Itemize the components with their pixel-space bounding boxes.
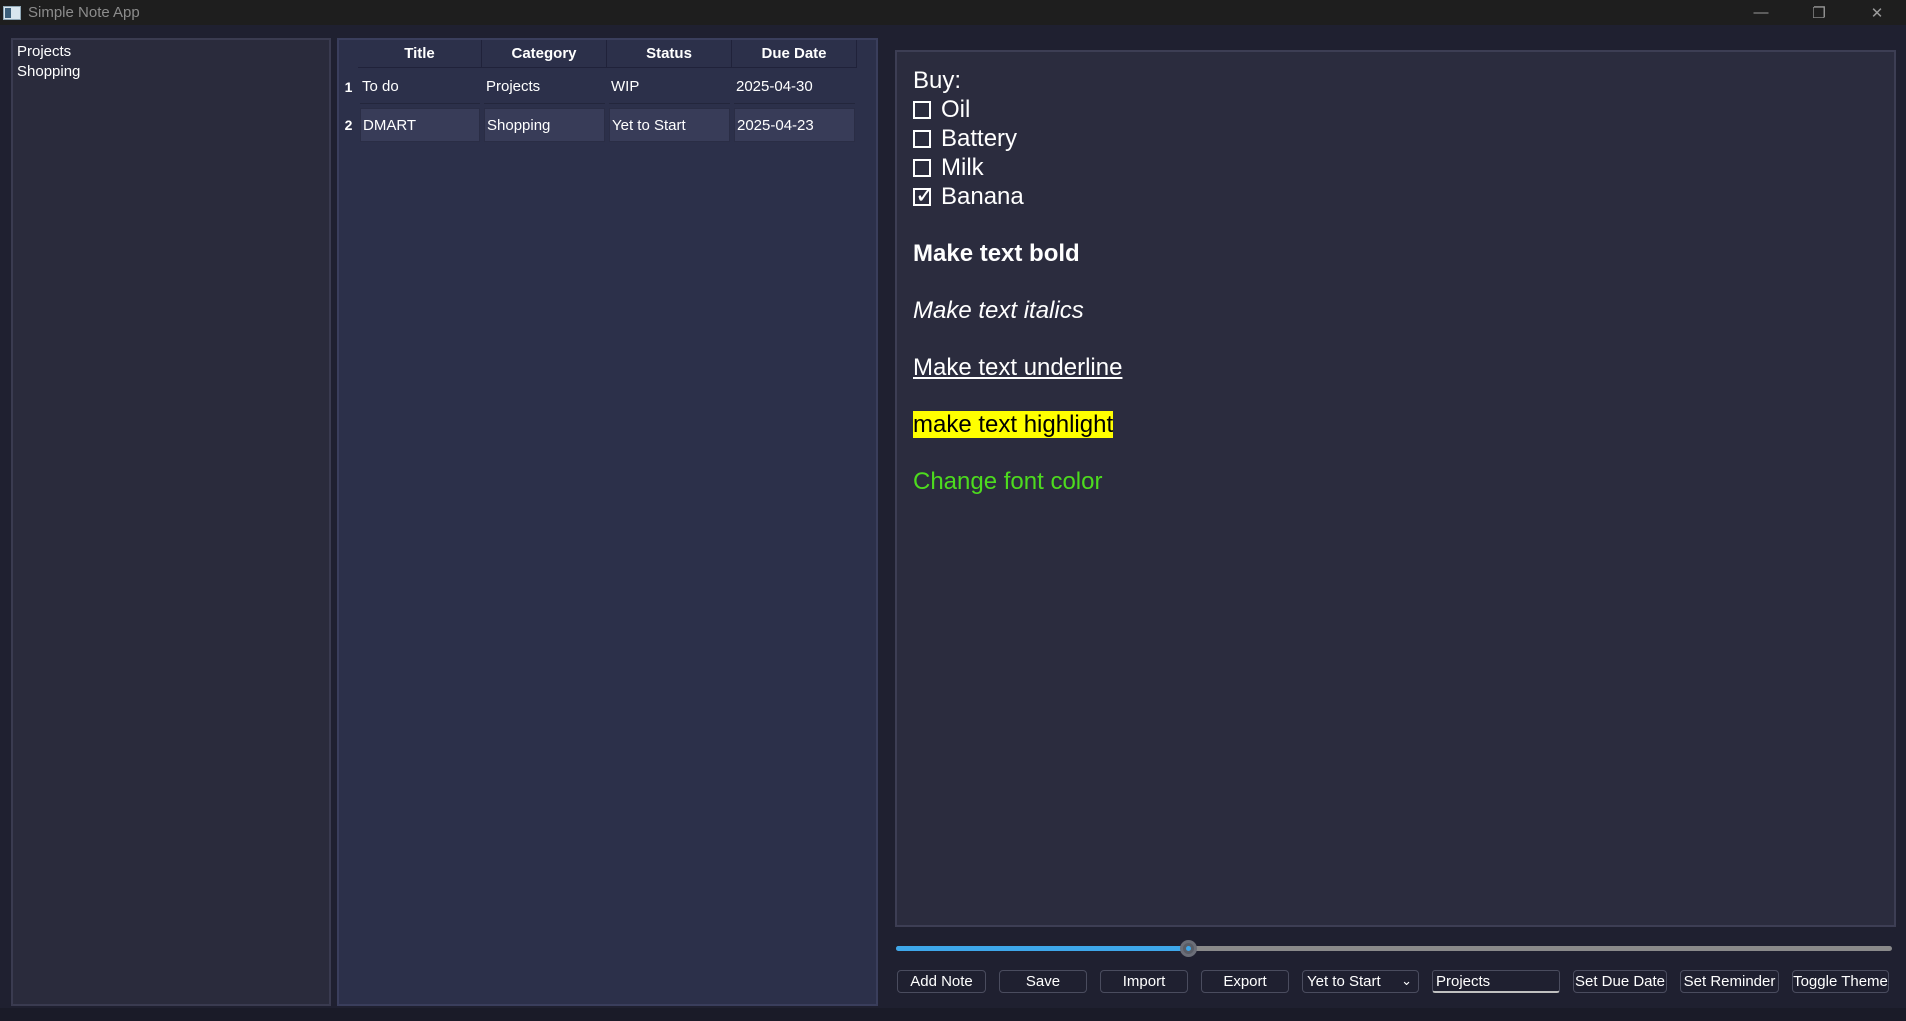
slider-fill	[896, 946, 1188, 951]
import-button[interactable]: Import	[1100, 970, 1188, 993]
table-row[interactable]: 1 To do Projects WIP 2025-04-30	[339, 68, 876, 106]
category-item-projects[interactable]: Projects	[13, 42, 329, 62]
row-number[interactable]: 2	[339, 117, 358, 133]
colored-text: Change font color	[913, 468, 1103, 495]
close-icon[interactable]: ✕	[1848, 0, 1906, 25]
font-size-slider[interactable]	[896, 940, 1892, 957]
category-list: Projects Shopping	[11, 38, 331, 1006]
bold-text: Make text bold	[913, 240, 1080, 267]
save-button[interactable]: Save	[999, 970, 1087, 993]
column-header-title[interactable]: Title	[358, 40, 482, 68]
cell-title[interactable]: To do	[360, 70, 480, 104]
table-header: Title Category Status Due Date	[339, 40, 876, 68]
checkbox[interactable]	[913, 158, 931, 177]
cell-due-date[interactable]: 2025-04-30	[734, 70, 855, 104]
app-icon	[3, 5, 21, 20]
chevron-down-icon: ⌄	[1401, 973, 1412, 988]
cell-due-date[interactable]: 2025-04-23	[734, 108, 855, 142]
category-input[interactable]	[1432, 970, 1560, 993]
note-heading: Buy:	[913, 67, 962, 94]
cell-status[interactable]: WIP	[609, 70, 730, 104]
column-header-category[interactable]: Category	[482, 40, 607, 68]
status-bar	[0, 1008, 1906, 1021]
notes-table: Title Category Status Due Date 1 To do P…	[337, 38, 878, 1006]
cell-status[interactable]: Yet to Start	[609, 108, 730, 142]
table-corner[interactable]	[339, 40, 358, 68]
checkbox[interactable]	[913, 129, 931, 148]
category-item-shopping[interactable]: Shopping	[13, 62, 329, 82]
status-dropdown-value: Yet to Start	[1307, 973, 1381, 990]
window-title: Simple Note App	[28, 4, 140, 21]
checklist-item: Battery	[913, 124, 1878, 153]
checklist-item: Banana	[913, 181, 1878, 211]
checkbox-checked[interactable]	[913, 181, 935, 210]
highlighted-text: make text highlight	[913, 411, 1114, 438]
checklist-label: Banana	[941, 183, 1024, 210]
checklist-label: Oil	[941, 96, 971, 123]
window-controls: — ❐ ✕	[1732, 0, 1906, 25]
row-number[interactable]: 1	[339, 79, 358, 95]
checklist-label: Battery	[941, 125, 1018, 152]
underline-text: Make text underline	[913, 354, 1123, 381]
cell-title[interactable]: DMART	[360, 108, 480, 142]
bottom-toolbar: Add Note Save Import Export Yet to Start…	[897, 970, 1893, 994]
slider-handle[interactable]	[1179, 940, 1197, 957]
add-note-button[interactable]: Add Note	[897, 970, 986, 993]
checkbox[interactable]	[913, 100, 931, 119]
italic-text: Make text italics	[913, 297, 1084, 324]
cell-category[interactable]: Projects	[484, 70, 605, 104]
export-button[interactable]: Export	[1201, 970, 1289, 993]
checklist-label: Milk	[941, 154, 984, 181]
column-header-due-date[interactable]: Due Date	[732, 40, 857, 68]
maximize-icon[interactable]: ❐	[1790, 0, 1848, 25]
status-dropdown[interactable]: Yet to Start ⌄	[1302, 970, 1419, 993]
cell-category[interactable]: Shopping	[484, 108, 605, 142]
checklist-item: Milk	[913, 153, 1878, 182]
checklist-item: Oil	[913, 95, 1878, 124]
column-header-status[interactable]: Status	[607, 40, 732, 68]
table-row[interactable]: 2 DMART Shopping Yet to Start 2025-04-23	[339, 106, 876, 144]
set-reminder-button[interactable]: Set Reminder	[1680, 970, 1779, 993]
minimize-icon[interactable]: —	[1732, 0, 1790, 25]
toggle-theme-button[interactable]: Toggle Theme	[1792, 970, 1889, 993]
note-editor[interactable]: Buy: Oil Battery Milk Banana Make text b…	[895, 50, 1896, 927]
set-due-date-button[interactable]: Set Due Date	[1573, 970, 1667, 993]
title-bar: Simple Note App — ❐ ✕	[0, 0, 1906, 25]
